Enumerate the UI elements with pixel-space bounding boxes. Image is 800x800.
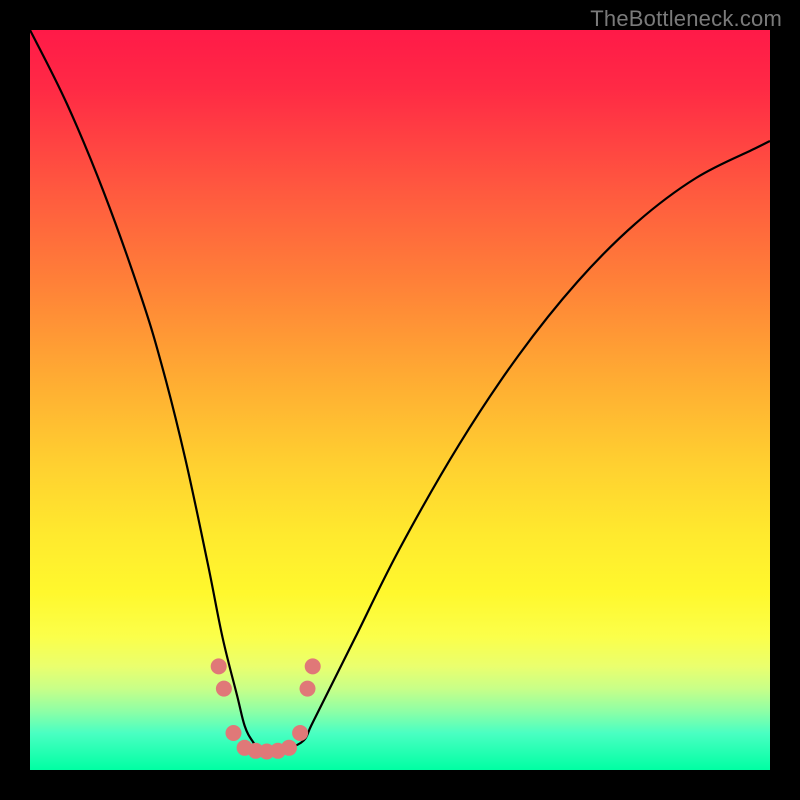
curve-marker: [216, 681, 232, 697]
bottleneck-curve: [30, 30, 770, 748]
curve-layer: [30, 30, 770, 770]
curve-marker: [292, 725, 308, 741]
chart-frame: TheBottleneck.com: [0, 0, 800, 800]
curve-marker: [211, 658, 227, 674]
curve-marker: [281, 740, 297, 756]
curve-marker: [300, 681, 316, 697]
watermark-text: TheBottleneck.com: [590, 6, 782, 32]
curve-marker: [305, 658, 321, 674]
curve-marker: [226, 725, 242, 741]
plot-area: [30, 30, 770, 770]
